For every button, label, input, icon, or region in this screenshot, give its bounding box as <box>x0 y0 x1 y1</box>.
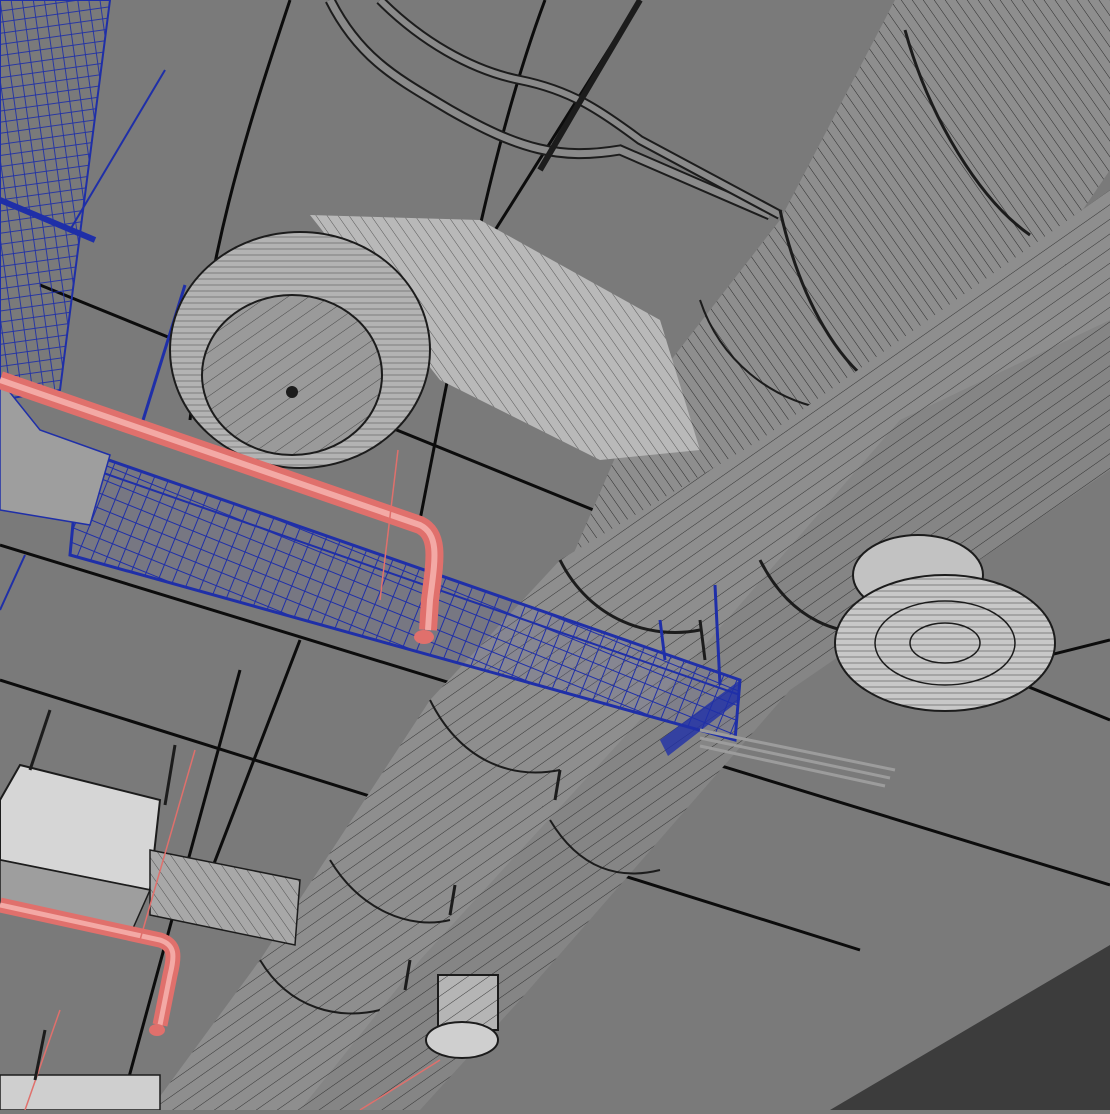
wireframe-scene <box>0 0 1110 1111</box>
3d-viewport[interactable] <box>0 0 1110 1111</box>
